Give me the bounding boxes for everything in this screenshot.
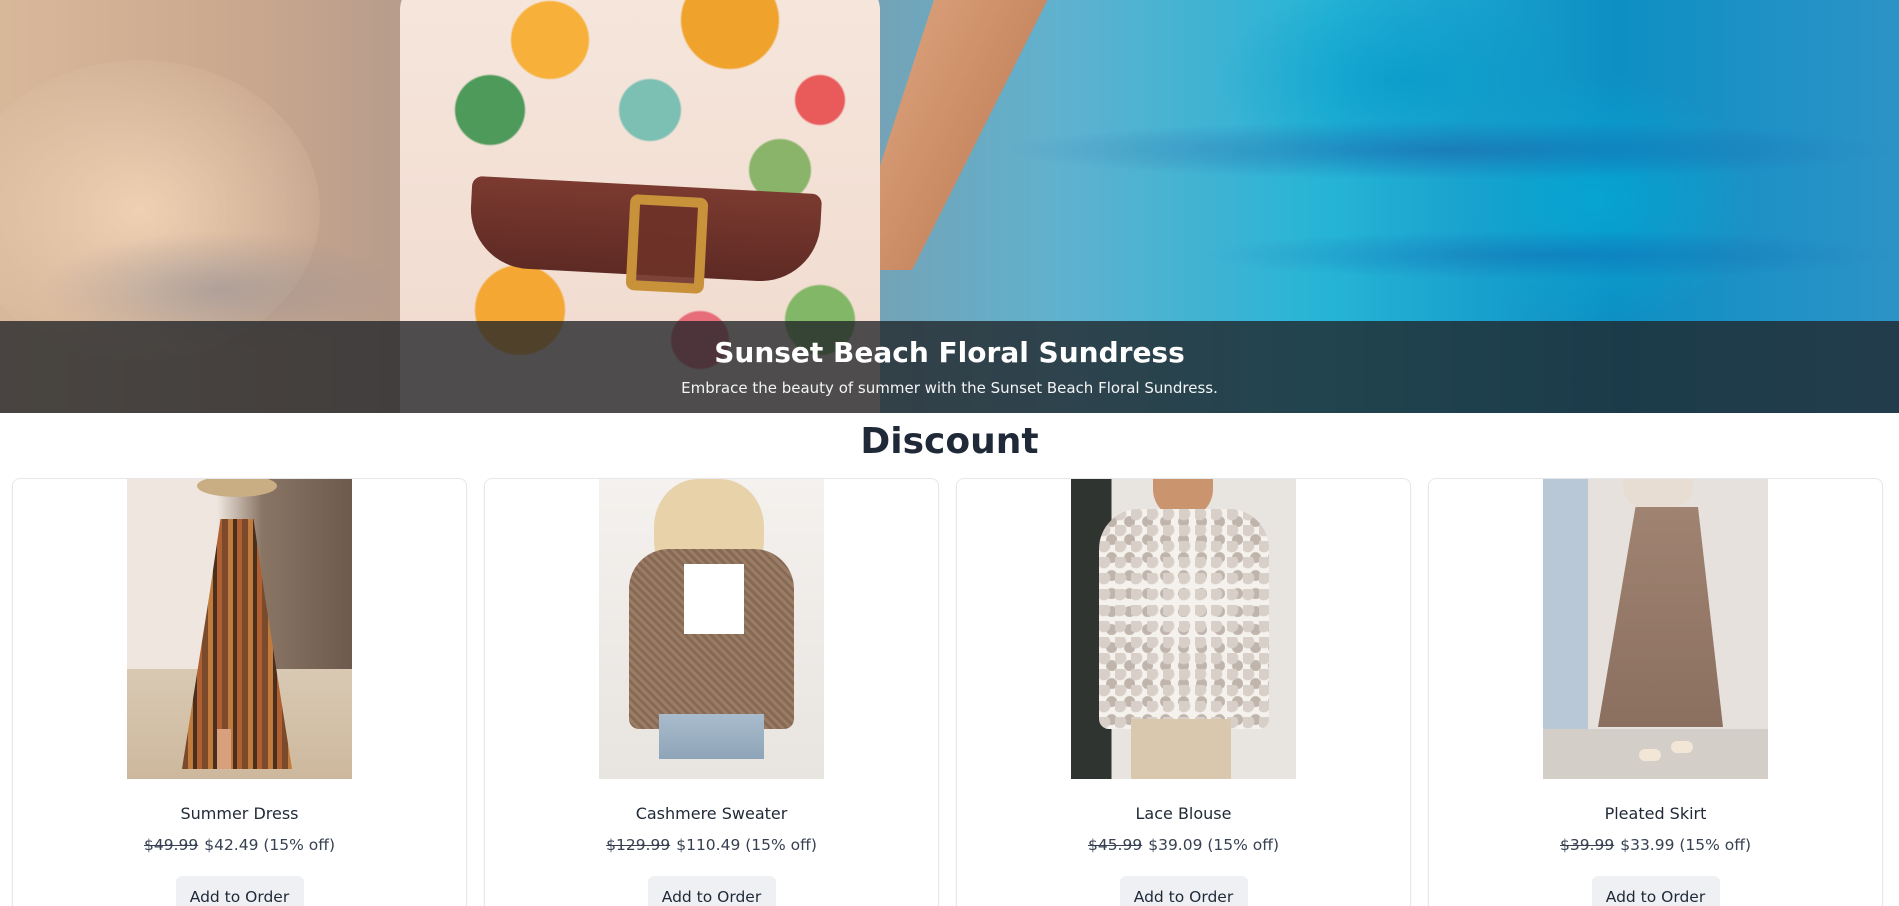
- product-card-pleated-skirt: Pleated Skirt $39.99 $33.99 (15% off) Add…: [1428, 478, 1883, 906]
- hero-subtitle: Embrace the beauty of summer with the Su…: [681, 379, 1218, 397]
- product-new-price: $110.49 (15% off): [676, 836, 817, 854]
- product-card-cashmere-sweater: Cashmere Sweater $129.99 $110.49 (15% off…: [484, 478, 939, 906]
- product-image-lace-blouse[interactable]: [1071, 479, 1296, 779]
- product-new-price: $42.49 (15% off): [204, 836, 336, 854]
- product-name: Cashmere Sweater: [635, 804, 788, 823]
- product-image-pleated-skirt[interactable]: [1543, 479, 1768, 779]
- hero-background-water-2: [1200, 230, 1899, 280]
- product-old-price: $129.99: [606, 836, 671, 854]
- add-to-order-button[interactable]: Add to Order: [1591, 876, 1720, 906]
- hero-background-water: [1000, 120, 1899, 180]
- section-title-discount: Discount: [860, 421, 1039, 462]
- product-grid: Summer Dress $49.99 $42.49 (15% off) Add …: [12, 478, 1887, 906]
- add-to-order-button[interactable]: Add to Order: [1119, 876, 1248, 906]
- add-to-order-button[interactable]: Add to Order: [175, 876, 304, 906]
- product-old-price: $45.99: [1087, 836, 1143, 854]
- product-old-price: $39.99: [1559, 836, 1615, 854]
- product-name: Lace Blouse: [1135, 804, 1232, 823]
- hero-caption: Sunset Beach Floral Sundress Embrace the…: [0, 321, 1899, 413]
- product-price: $45.99 $39.09 (15% off): [957, 835, 1410, 855]
- product-image-summer-dress[interactable]: [127, 479, 352, 779]
- product-image-cashmere-sweater[interactable]: [599, 479, 824, 779]
- product-name: Pleated Skirt: [1604, 804, 1707, 823]
- product-card-lace-blouse: Lace Blouse $45.99 $39.09 (15% off) Add t…: [956, 478, 1411, 906]
- product-price: $49.99 $42.49 (15% off): [13, 835, 466, 855]
- hero-banner: Sunset Beach Floral Sundress Embrace the…: [0, 0, 1899, 413]
- product-card-summer-dress: Summer Dress $49.99 $42.49 (15% off) Add …: [12, 478, 467, 906]
- hero-belt-buckle: [625, 194, 709, 294]
- hero-title: Sunset Beach Floral Sundress: [714, 336, 1185, 369]
- product-name: Summer Dress: [180, 804, 299, 823]
- product-new-price: $33.99 (15% off): [1620, 836, 1752, 854]
- hero-model-arm: [846, 0, 1074, 270]
- product-new-price: $39.09 (15% off): [1148, 836, 1280, 854]
- product-old-price: $49.99: [143, 836, 199, 854]
- product-price: $129.99 $110.49 (15% off): [485, 835, 938, 855]
- product-price: $39.99 $33.99 (15% off): [1429, 835, 1882, 855]
- add-to-order-button[interactable]: Add to Order: [647, 876, 776, 906]
